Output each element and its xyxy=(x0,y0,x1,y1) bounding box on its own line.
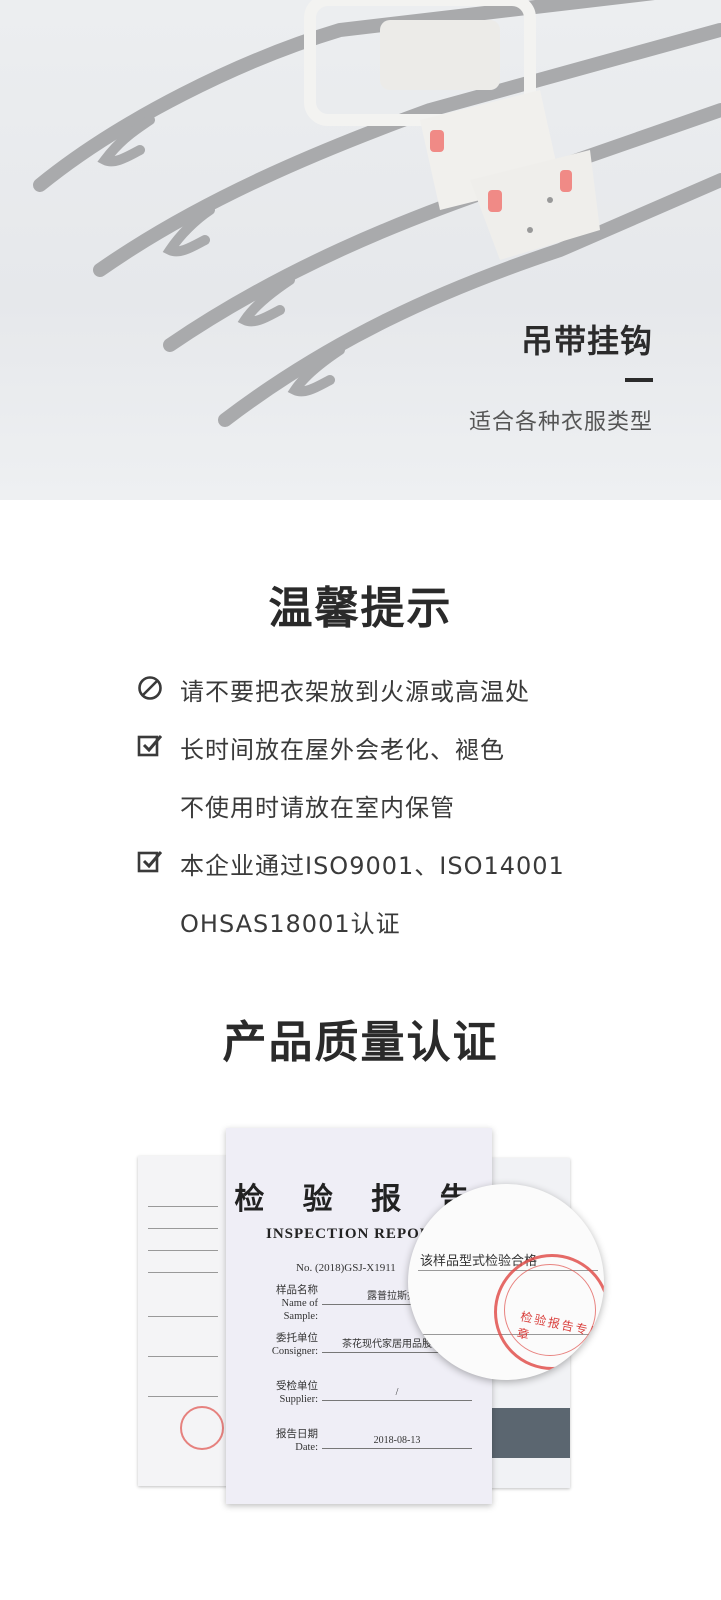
date-value: 2018-08-13 xyxy=(322,1434,472,1449)
tips-heading: 温馨提示 xyxy=(268,583,453,634)
supplier-label-en: Supplier: xyxy=(279,1394,319,1405)
report-title-en: INSPECTION REPORT xyxy=(266,1226,443,1242)
quality-heading: 产品质量认证 xyxy=(222,1017,499,1068)
hero-divider xyxy=(625,378,653,382)
date-label-cn: 报告日期 xyxy=(276,1429,318,1440)
consignor-label-en: Consigner: xyxy=(271,1346,318,1357)
tip-3-line-2: OHSAS18001认证 xyxy=(180,910,401,938)
hanger-hook-hero-image: 吊带挂钩 适合各种衣服类型 xyxy=(0,0,721,500)
consignor-label: 委托单位 Consigner: xyxy=(248,1332,318,1358)
sample-label-cn: 样品名称 xyxy=(276,1285,318,1296)
prohibited-icon xyxy=(138,676,162,700)
hero-subtitle: 适合各种衣服类型 xyxy=(468,410,653,435)
tip-1-line-1: 请不要把衣架放到火源或高温处 xyxy=(180,678,530,706)
supplier-label-cn: 受检单位 xyxy=(276,1381,318,1392)
sample-label-en: Name of Sample: xyxy=(281,1298,318,1322)
tip-2-line-2: 不使用时请放在室内保管 xyxy=(180,794,455,822)
consignor-label-cn: 委托单位 xyxy=(276,1333,318,1344)
tip-3-line-1: 本企业通过ISO9001、ISO14001 xyxy=(180,852,565,880)
stamp-zoom-lens: 该样品型式检验合格 检验报告专用章 xyxy=(408,1184,604,1380)
product-detail-page: 吊带挂钩 适合各种衣服类型 温馨提示 请不要把衣架放到火源或高温处 长时间放在屋… xyxy=(0,0,721,1600)
report-number: No. (2018)GSJ-X1911 xyxy=(296,1262,396,1274)
tip-2-line-1: 长时间放在屋外会老化、褪色 xyxy=(180,736,505,764)
supplier-value: / xyxy=(322,1386,472,1401)
certificate-left-page xyxy=(138,1156,230,1486)
checkbox-icon xyxy=(137,851,163,873)
inspection-certificates-image: 检 验 报 告 INSPECTION REPORT No. (2018)GSJ-… xyxy=(138,1128,604,1504)
date-label: 报告日期 Date: xyxy=(248,1428,318,1454)
checkbox-icon xyxy=(137,735,163,757)
hero-title: 吊带挂钩 xyxy=(520,322,653,360)
date-label-en: Date: xyxy=(295,1442,318,1453)
sample-label: 样品名称 Name of Sample: xyxy=(248,1284,318,1323)
supplier-label: 受检单位 Supplier: xyxy=(248,1380,318,1406)
